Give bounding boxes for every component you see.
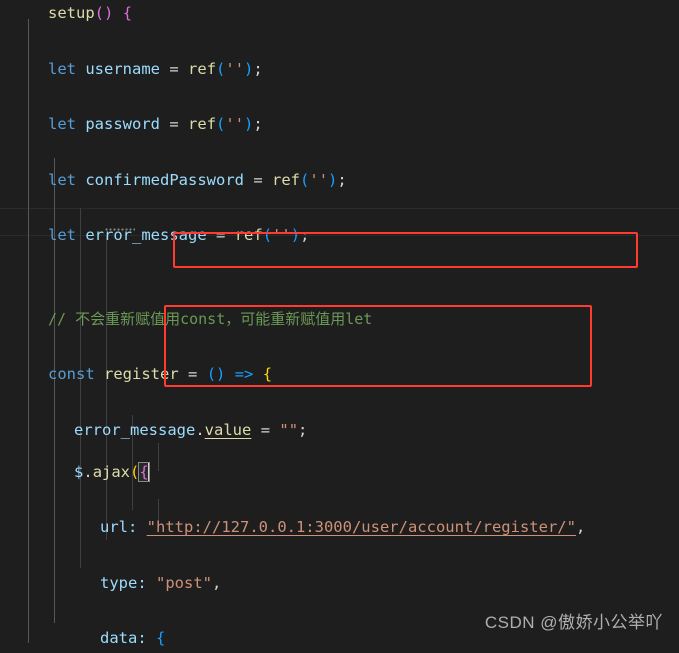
token-key-data: data: bbox=[100, 629, 147, 648]
token-empty-string: "" bbox=[279, 420, 299, 439]
token-assign-5: = bbox=[188, 365, 198, 384]
token-ajax-paren: ( bbox=[130, 462, 140, 481]
token-data-brace: { bbox=[156, 629, 166, 648]
token-const: const bbox=[48, 365, 95, 384]
token-setup: setup bbox=[48, 4, 95, 22]
token-paren-open-2: ( bbox=[216, 115, 226, 134]
code-line-1[interactable]: setup() { bbox=[0, 0, 679, 28]
code-line-11[interactable]: url: "http://127.0.0.1:3000/user/account… bbox=[0, 514, 679, 542]
token-empty-quotes-1: '' bbox=[225, 59, 245, 78]
token-semi-5: ; bbox=[298, 420, 308, 439]
code-line-9[interactable]: error_message.value = ""; bbox=[0, 417, 679, 445]
token-let-3: let bbox=[48, 170, 76, 189]
token-url-string[interactable]: "http://127.0.0.1:3000/user/account/regi… bbox=[147, 518, 576, 536]
code-line-2[interactable]: let username = ref(''); bbox=[0, 56, 679, 84]
token-let-2: let bbox=[48, 115, 76, 134]
token-let-4: let bbox=[48, 226, 76, 245]
code-line-8[interactable]: const register = () => { bbox=[0, 361, 679, 389]
ajax-hint-underline bbox=[105, 228, 135, 231]
token-ref-4: ref bbox=[234, 226, 263, 245]
token-assign-3: = bbox=[253, 170, 263, 189]
code-line-6-blank[interactable] bbox=[0, 278, 679, 306]
token-ref-1: ref bbox=[188, 59, 217, 78]
token-paren-close-4: ) bbox=[290, 226, 301, 245]
token-paren-open-3: ( bbox=[300, 170, 310, 189]
token-paren-open-1: ( bbox=[216, 59, 226, 78]
token-key-type: type: bbox=[100, 573, 147, 592]
token-errormessage-decl: error_message bbox=[85, 226, 207, 245]
token-register-brace: { bbox=[262, 365, 273, 384]
code-editor-screenshot: setup() { let username = ref(''); let pa… bbox=[0, 0, 679, 653]
token-ref-2: ref bbox=[188, 115, 217, 134]
token-arrow-parens: () bbox=[206, 365, 226, 384]
token-comma-url: , bbox=[575, 518, 586, 537]
token-password-decl: password bbox=[85, 115, 160, 134]
token-semi-4: ; bbox=[300, 226, 310, 245]
token-username-decl: username bbox=[85, 59, 160, 78]
token-assign-6: = bbox=[260, 420, 271, 439]
token-type-string: "post" bbox=[156, 573, 213, 592]
token-register-name: register bbox=[104, 365, 179, 384]
token-dot-2: . bbox=[83, 462, 93, 481]
token-assign-1: = bbox=[169, 59, 179, 78]
token-dot-1: . bbox=[195, 420, 205, 439]
token-setup-brace: { bbox=[122, 4, 133, 22]
token-semi-3: ; bbox=[337, 170, 347, 189]
token-ref-3: ref bbox=[272, 170, 301, 189]
token-assign-2: = bbox=[169, 115, 179, 134]
token-key-url: url: bbox=[100, 518, 138, 537]
token-semi-1: ; bbox=[253, 59, 263, 78]
token-jquery-dollar: $ bbox=[74, 462, 84, 481]
token-empty-quotes-2: '' bbox=[225, 115, 245, 134]
text-caret bbox=[147, 462, 150, 481]
line-separator-top bbox=[0, 208, 679, 209]
token-errormessage-obj-1: error_message bbox=[74, 420, 196, 439]
token-paren-close-2: ) bbox=[244, 115, 254, 134]
token-semi-2: ; bbox=[253, 115, 263, 134]
token-ajax-method: ajax bbox=[92, 462, 131, 481]
token-paren-close-3: ) bbox=[328, 170, 338, 189]
editor-canvas[interactable]: setup() { let username = ref(''); let pa… bbox=[0, 0, 679, 653]
code-line-5[interactable]: let error_message = ref(''); bbox=[0, 222, 679, 250]
code-line-7[interactable]: // 不会重新赋值用const，可能重新赋值用let bbox=[0, 306, 679, 334]
csdn-watermark: CSDN @傲娇小公举吖 bbox=[484, 613, 663, 632]
token-assign-4: = bbox=[216, 226, 226, 245]
token-setup-parens: () bbox=[94, 4, 114, 22]
token-comma-type: , bbox=[212, 573, 222, 592]
token-paren-close-1: ) bbox=[244, 59, 254, 78]
token-empty-quotes-3: '' bbox=[309, 170, 329, 189]
code-line-12[interactable]: type: "post", bbox=[0, 570, 679, 598]
token-comment-const-let: // 不会重新赋值用const，可能重新赋值用let bbox=[48, 309, 373, 328]
token-confirmedpassword-decl: confirmedPassword bbox=[85, 170, 244, 189]
token-value-prop-1: value bbox=[204, 420, 252, 439]
token-paren-open-4: ( bbox=[262, 226, 273, 245]
token-empty-quotes-4: '' bbox=[272, 226, 291, 245]
code-line-3[interactable]: let password = ref(''); bbox=[0, 111, 679, 139]
token-let-1: let bbox=[48, 59, 76, 78]
token-arrow: => bbox=[234, 365, 254, 384]
code-line-10[interactable]: $.ajax({ bbox=[0, 459, 679, 487]
code-line-4[interactable]: let confirmedPassword = ref(''); bbox=[0, 167, 679, 195]
